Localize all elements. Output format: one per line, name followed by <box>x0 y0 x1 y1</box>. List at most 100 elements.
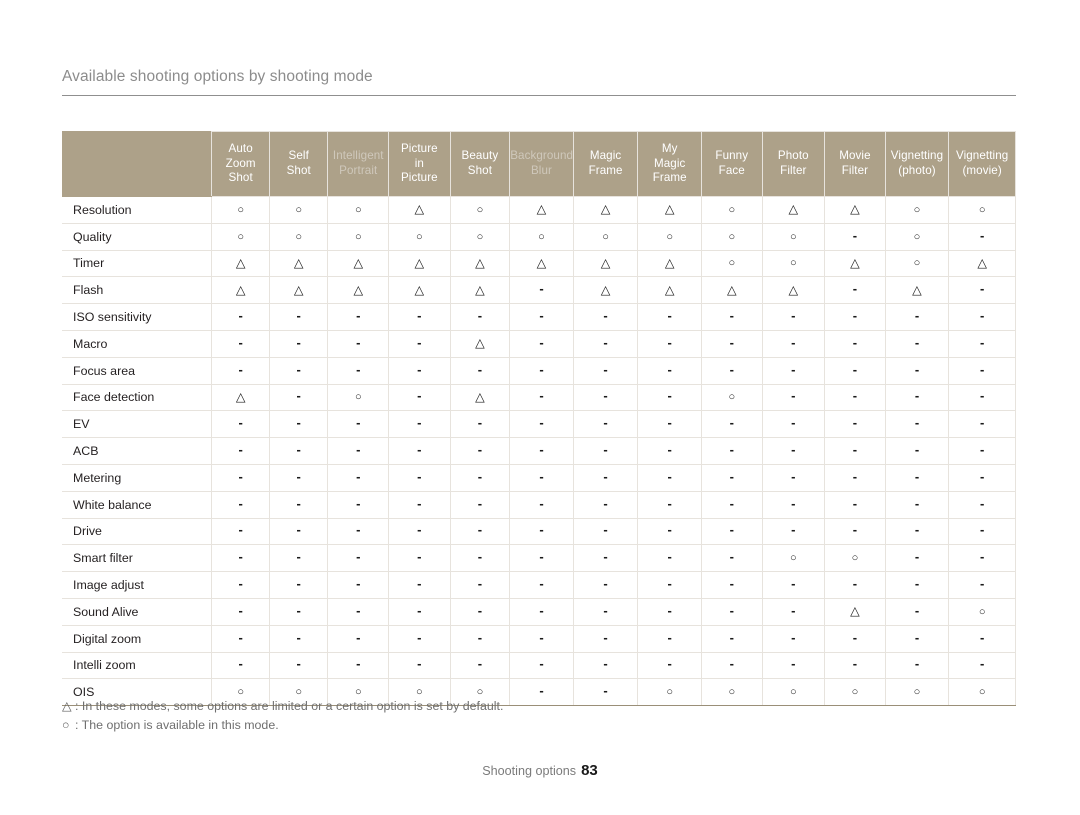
availability-symbol-dash: - <box>667 576 672 592</box>
availability-symbol-dash: - <box>296 468 301 484</box>
cell-drive-beauty-shot: - <box>449 517 511 546</box>
cell-sound-alive-self-shot: - <box>268 597 329 626</box>
cell-quality-beauty-shot: ○ <box>449 222 511 251</box>
cell-intelli-zoom-movie-filter: - <box>824 651 886 680</box>
availability-symbol-tri: △ <box>664 255 675 270</box>
availability-symbol-dash: - <box>729 656 734 672</box>
availability-symbol-dash: - <box>296 602 301 618</box>
availability-symbol-dash: - <box>356 495 361 511</box>
cell-quality-picture-in-picture: ○ <box>388 222 451 251</box>
column-header-line: Vignetting <box>890 149 944 163</box>
page-number: 83 <box>581 762 598 779</box>
availability-symbol-dash: - <box>914 522 920 538</box>
legend-item: △: In these modes, some options are limi… <box>62 697 762 716</box>
availability-symbol-dash: - <box>296 629 301 645</box>
availability-symbol-dash: - <box>791 629 796 645</box>
cell-timer-auto-zoom-shot: △ <box>211 249 270 278</box>
availability-symbol-circle: ○ <box>295 203 303 216</box>
availability-symbol-dash: - <box>979 334 985 350</box>
availability-symbol-dash: - <box>296 308 301 324</box>
cell-digital-zoom-vignetting-movie: - <box>948 624 1016 653</box>
cell-image-adjust-auto-zoom-shot: - <box>211 571 270 599</box>
availability-symbol-dash: - <box>603 656 608 672</box>
cell-sound-alive-picture-in-picture: - <box>388 597 451 626</box>
table-row: EV - - - - - - - - - - - - - <box>61 410 1016 439</box>
cell-resolution-movie-filter: △ <box>824 196 886 224</box>
availability-symbol-dash: - <box>417 468 422 484</box>
cell-flash-vignetting-movie: - <box>948 276 1016 305</box>
table-row: White balance - - - - - - - - - - - - - <box>61 490 1016 519</box>
availability-symbol-dash: - <box>979 415 985 431</box>
cell-face-detection-vignetting-photo: - <box>884 383 950 412</box>
cell-metering-my-magic-frame: - <box>637 463 702 492</box>
availability-symbol-dash: - <box>238 468 243 484</box>
legend-symbol-circle: ○ <box>62 718 70 732</box>
availability-symbol-dash: - <box>603 468 608 484</box>
cell-white-balance-vignetting-photo: - <box>884 490 950 519</box>
cell-iso-sensitivity-intelligent-portrait: - <box>327 303 390 331</box>
row-label-drive: Drive <box>61 517 213 546</box>
availability-symbol-tri: △ <box>353 255 364 270</box>
legend-symbol-tri: △ <box>62 699 72 713</box>
availability-symbol-dash: - <box>477 522 483 538</box>
availability-symbol-circle: ○ <box>237 230 244 243</box>
cell-ois-vignetting-photo: ○ <box>884 678 950 707</box>
column-header-line: (movie) <box>962 164 1002 177</box>
cell-drive-my-magic-frame: - <box>637 517 702 546</box>
availability-symbol-dash: - <box>417 549 422 565</box>
availability-symbol-dash: - <box>356 334 361 350</box>
availability-symbol-circle: ○ <box>476 230 484 243</box>
availability-symbol-dash: - <box>539 334 544 350</box>
cell-resolution-vignetting-movie: ○ <box>948 196 1016 224</box>
cell-digital-zoom-vignetting-photo: - <box>884 624 950 653</box>
cell-digital-zoom-auto-zoom-shot: - <box>211 624 270 653</box>
cell-acb-picture-in-picture: - <box>388 437 451 465</box>
availability-symbol-circle: ○ <box>790 686 797 699</box>
availability-symbol-dash: - <box>539 549 544 565</box>
cell-quality-vignetting-movie: - <box>948 222 1016 251</box>
availability-symbol-dash: - <box>296 495 301 511</box>
availability-symbol-dash: - <box>603 683 608 699</box>
availability-symbol-dash: - <box>238 442 243 458</box>
cell-digital-zoom-picture-in-picture: - <box>388 624 451 653</box>
availability-symbol-tri: △ <box>850 604 860 619</box>
availability-symbol-dash: - <box>852 468 858 484</box>
cell-metering-background-blur: - <box>509 463 574 492</box>
cell-sound-alive-intelligent-portrait: - <box>327 597 390 626</box>
table-row: Metering - - - - - - - - - - - - - <box>61 463 1016 492</box>
cell-acb-auto-zoom-shot: - <box>211 437 270 465</box>
cell-ev-my-magic-frame: - <box>637 410 702 439</box>
cell-ev-background-blur: - <box>509 410 574 439</box>
availability-symbol-dash: - <box>296 361 301 377</box>
cell-quality-background-blur: ○ <box>509 222 574 251</box>
cell-iso-sensitivity-beauty-shot: - <box>449 303 511 331</box>
cell-smart-filter-picture-in-picture: - <box>388 544 451 573</box>
row-label-focus-area: Focus area <box>61 356 213 385</box>
availability-symbol-dash: - <box>477 415 483 431</box>
column-header-line: Photo <box>777 149 809 163</box>
cell-white-balance-self-shot: - <box>268 490 329 519</box>
availability-symbol-tri: △ <box>664 282 675 297</box>
availability-symbol-dash: - <box>979 281 985 297</box>
availability-symbol-dash: - <box>417 656 422 672</box>
cell-image-adjust-beauty-shot: - <box>449 571 511 599</box>
cell-image-adjust-movie-filter: - <box>824 571 886 599</box>
availability-symbol-dash: - <box>914 549 920 565</box>
table-row: Smart filter - - - - - - - - - ○ ○ - - <box>61 544 1016 573</box>
availability-symbol-tri: △ <box>536 255 547 270</box>
availability-symbol-dash: - <box>477 495 483 511</box>
availability-symbol-dash: - <box>852 334 858 350</box>
cell-iso-sensitivity-auto-zoom-shot: - <box>211 303 270 331</box>
availability-symbol-dash: - <box>791 522 796 538</box>
table-header-row: Auto Zoom Shot Self Shot Intelligent Portrait P… <box>61 131 1016 197</box>
availability-symbol-dash: - <box>729 576 734 592</box>
availability-symbol-dash: - <box>914 388 920 404</box>
availability-symbol-circle: ○ <box>913 257 921 270</box>
availability-symbol-circle: ○ <box>354 203 362 216</box>
availability-symbol-circle: ○ <box>602 230 609 243</box>
availability-symbol-dash: - <box>417 522 422 538</box>
availability-symbol-dash: - <box>852 227 858 243</box>
cell-flash-intelligent-portrait: △ <box>327 276 390 305</box>
availability-symbol-dash: - <box>667 629 672 645</box>
availability-symbol-dash: - <box>539 468 544 484</box>
